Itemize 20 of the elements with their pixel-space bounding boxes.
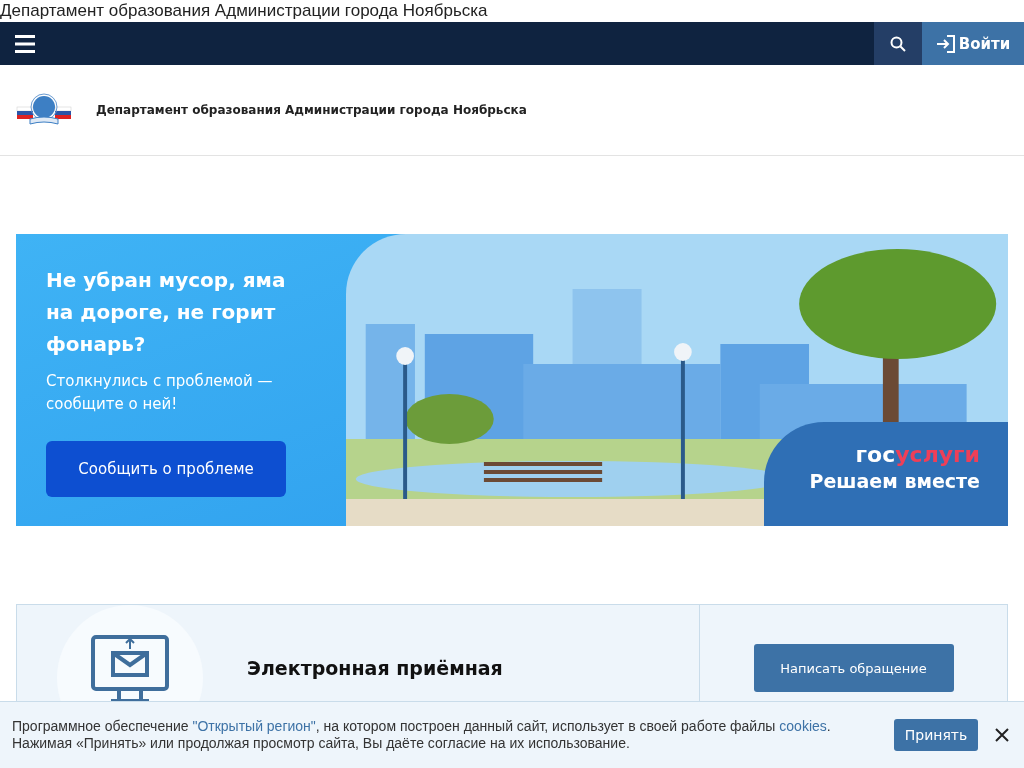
search-button[interactable] — [874, 22, 922, 65]
login-button[interactable]: Войти — [922, 22, 1024, 65]
report-problem-button[interactable]: Сообщить о проблеме — [46, 441, 286, 497]
slogan: Решаем вместе — [808, 470, 980, 492]
banner-text: Столкнулись с проблемой — сообщите о ней! — [46, 371, 274, 415]
accept-button[interactable]: Принять — [894, 719, 978, 751]
gosuslugi-logo: госуслуги — [855, 442, 980, 468]
login-icon — [935, 34, 956, 53]
write-appeal-button[interactable]: Написать обращение — [753, 644, 954, 692]
cookie-notice: Программное обеспечение "Открытый регион", на котором построен данный сайт, использует в своей работе файлы cookies. Нажимая «Принять» или продолжая просмотр сайта, Вы даёте согласие на их использование. — [12, 718, 832, 752]
cookie-link[interactable]: cookies — [779, 718, 827, 734]
page-title: Департамент образования Администрации города Ноябрьска — [0, 0, 489, 22]
cookie-link[interactable]: "Открытый регион" — [192, 718, 316, 734]
emblem-logo — [16, 93, 72, 127]
close-icon — [995, 728, 1009, 742]
search-icon — [890, 35, 906, 52]
site-title: Департамент образования Администрации города Ноябрьска — [96, 103, 527, 117]
banner-heading: Не убран мусор, яма на дороге, не горит фонарь? — [46, 267, 287, 358]
reception-title: Электронная приёмная — [247, 657, 503, 679]
menu-icon — [15, 34, 35, 53]
